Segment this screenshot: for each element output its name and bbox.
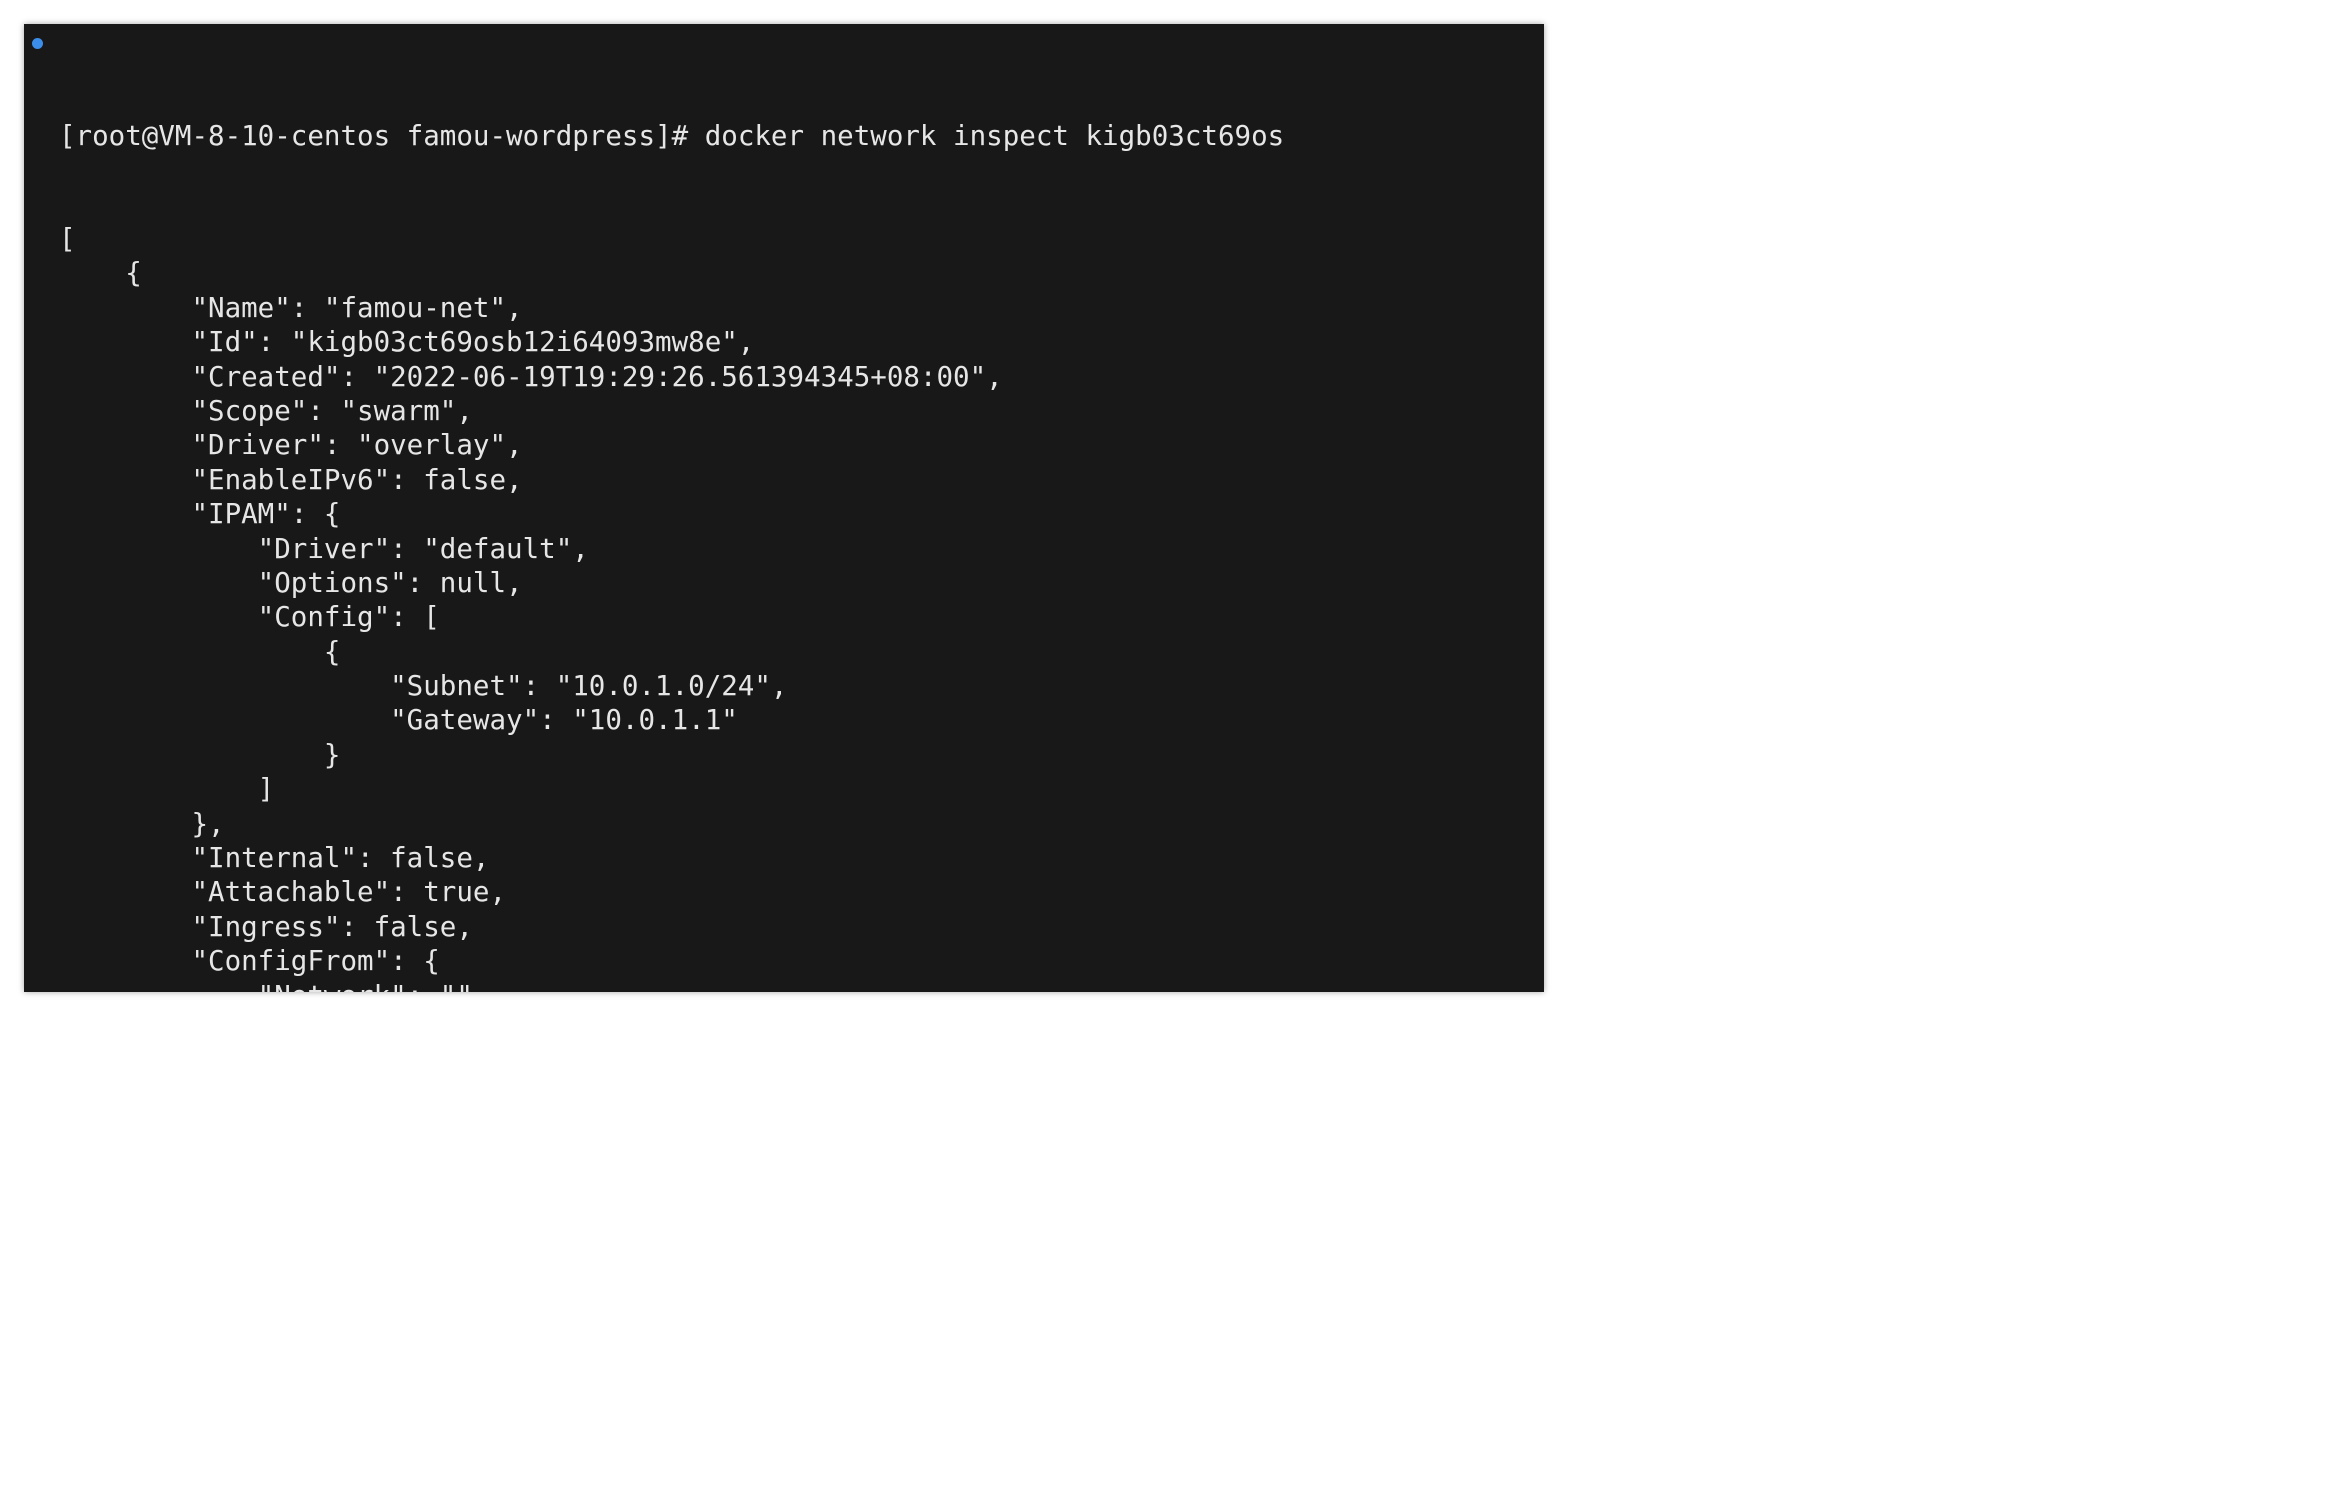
output-line: "Driver": "overlay",: [59, 429, 523, 462]
output-line: "IPAM": {: [59, 498, 341, 531]
output-line: "Subnet": "10.0.1.0/24",: [59, 670, 788, 703]
output-line: "Config": [: [59, 601, 440, 634]
output-line: "Ingress": false,: [59, 910, 473, 943]
output-line: {: [59, 257, 142, 290]
output-line: "Network": "": [59, 979, 1400, 992]
output-line: "Name": "famou-net",: [59, 291, 523, 324]
output-line: },: [59, 807, 225, 840]
output-line: "EnableIPv6": false,: [59, 463, 523, 496]
output-lines: [ { "Name": "famou-net", "Id": "kigb03ct…: [59, 222, 1400, 992]
output-line: "Scope": "swarm",: [59, 394, 473, 427]
terminal-output: [root@VM-8-10-centos famou-wordpress]# d…: [59, 50, 1400, 992]
command-line: [root@VM-8-10-centos famou-wordpress]# d…: [59, 119, 1400, 153]
output-line: "Id": "kigb03ct69osb12i64093mw8e",: [59, 326, 755, 359]
command-text: docker network inspect kigb03ct69os: [704, 119, 1285, 152]
output-line: "Options": null,: [59, 566, 523, 599]
output-line: {: [59, 635, 341, 668]
output-line: "Gateway": "10.0.1.1": [59, 704, 738, 737]
output-line: [: [59, 223, 76, 256]
terminal-window[interactable]: [root@VM-8-10-centos famou-wordpress]# d…: [24, 24, 1544, 992]
prompt-status-dot-icon: [32, 38, 43, 49]
output-line: "Created": "2022-06-19T19:29:26.56139434…: [59, 360, 1003, 393]
output-line: ]: [59, 773, 275, 806]
output-line: "Driver": "default",: [59, 532, 589, 565]
output-line: "Internal": false,: [59, 842, 490, 875]
shell-prompt: [root@VM-8-10-centos famou-wordpress]#: [59, 119, 705, 152]
output-line: "Attachable": true,: [59, 876, 507, 909]
output-line: }: [59, 738, 341, 771]
output-line: "ConfigFrom": {: [59, 945, 440, 978]
